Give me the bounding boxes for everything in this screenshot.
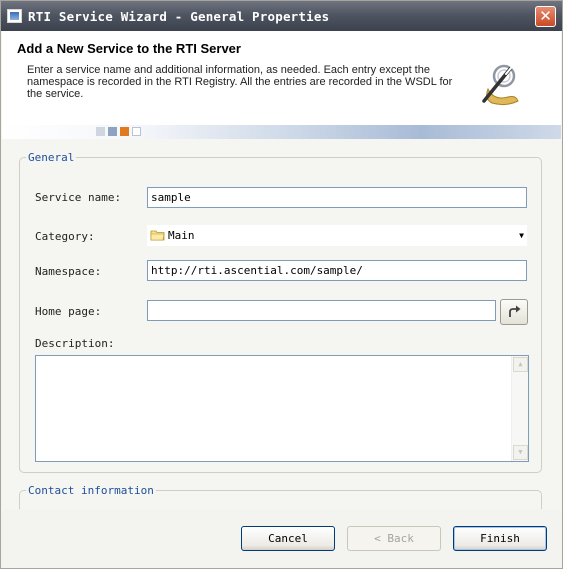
service-name-label: Service name: xyxy=(35,191,122,204)
scroll-down-icon[interactable]: ▼ xyxy=(513,445,528,460)
close-icon: ✕ xyxy=(539,7,552,25)
banner-square-icon xyxy=(120,127,129,136)
wizard-window: RTI Service Wizard - General Properties … xyxy=(0,0,563,569)
go-arrow-icon xyxy=(509,305,521,317)
banner-square-icon xyxy=(108,127,117,136)
category-label: Category: xyxy=(35,230,95,243)
cancel-button[interactable]: Cancel xyxy=(241,526,335,551)
folder-icon xyxy=(150,230,165,241)
service-name-input[interactable]: sample xyxy=(147,187,527,208)
wizard-wand-icon xyxy=(482,64,519,106)
form-content: General Service name: sample Category: M… xyxy=(2,139,561,530)
wizard-header: Add a New Service to the RTI Server Ente… xyxy=(2,31,561,125)
general-legend: General xyxy=(26,151,77,164)
title-bar[interactable]: RTI Service Wizard - General Properties … xyxy=(1,1,562,31)
banner-square-icon xyxy=(96,127,105,136)
description-scrollbar[interactable]: ▲ ▼ xyxy=(511,356,528,461)
scroll-up-icon[interactable]: ▲ xyxy=(513,357,528,372)
description-label: Description: xyxy=(35,337,115,350)
page-title: Add a New Service to the RTI Server xyxy=(17,41,241,56)
window-title: RTI Service Wizard - General Properties xyxy=(28,9,330,24)
contact-legend: Contact information xyxy=(26,484,156,497)
header-banner xyxy=(2,125,561,139)
page-description: Enter a service name and additional info… xyxy=(27,64,453,100)
wizard-footer: Cancel < Back Finish xyxy=(2,509,561,568)
home-page-input[interactable] xyxy=(147,300,496,321)
namespace-input[interactable]: http://rti.ascential.com/sample/ xyxy=(147,260,527,281)
category-select[interactable]: Main ▼ xyxy=(147,225,527,246)
close-button[interactable]: ✕ xyxy=(535,6,556,27)
description-textarea[interactable]: ▲ ▼ xyxy=(35,355,529,462)
home-page-label: Home page: xyxy=(35,305,102,318)
back-button[interactable]: < Back xyxy=(347,526,441,551)
app-window-icon xyxy=(7,9,22,23)
finish-button[interactable]: Finish xyxy=(453,526,547,551)
banner-square-icon xyxy=(132,127,141,136)
category-value: Main xyxy=(168,229,195,242)
open-home-page-button[interactable] xyxy=(500,299,528,325)
dropdown-arrow-icon[interactable]: ▼ xyxy=(519,231,524,240)
namespace-label: Namespace: xyxy=(35,265,102,278)
